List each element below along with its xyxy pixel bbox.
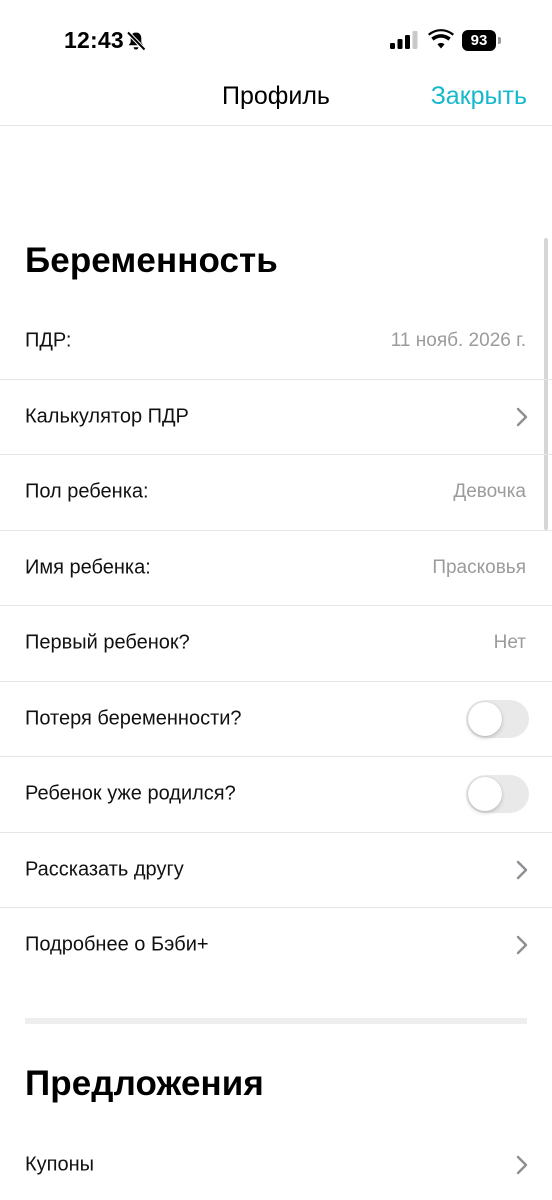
battery-level: 93 [470, 32, 488, 49]
battery-icon: 93 [462, 30, 496, 51]
wifi-icon [428, 29, 454, 49]
section-title-offers: Предложения [25, 1064, 264, 1103]
pregnancy-loss-toggle[interactable] [466, 699, 529, 738]
row-baby-name[interactable]: Имя ребенка: Прасковья [0, 529, 552, 606]
chevron-right-icon [516, 936, 528, 955]
section-title-pregnancy: Беременность [25, 241, 278, 280]
baby-born-toggle[interactable] [466, 775, 529, 814]
pregnancy-settings-list: ПДР: 11 нояб. 2026 г. Калькулятор ПДР По… [0, 303, 552, 983]
row-label: Пол ребенка: [25, 480, 149, 503]
baby-name-value: Прасковья [432, 556, 526, 578]
status-time: 12:43 [64, 27, 124, 53]
row-label: ПДР: [25, 329, 72, 352]
status-bar: 12:43 93 [0, 0, 552, 80]
toggle-knob [468, 777, 502, 812]
row-about-baby-plus[interactable]: Подробнее о Бэби+ [0, 907, 552, 983]
close-button[interactable]: Закрыть [431, 82, 527, 111]
row-label: Имя ребенка: [25, 556, 151, 579]
row-pregnancy-loss: Потеря беременности? [0, 680, 552, 757]
battery-cap [498, 37, 501, 44]
cellular-signal-icon [390, 31, 418, 49]
row-label: Подробнее о Бэби+ [25, 933, 209, 956]
row-baby-born: Ребенок уже родился? [0, 756, 552, 832]
row-label: Первый ребенок? [25, 631, 190, 654]
row-label: Ребенок уже родился? [25, 782, 236, 805]
baby-gender-value: Девочка [453, 481, 526, 503]
navigation-bar: Профиль Закрыть [0, 72, 552, 126]
row-baby-gender[interactable]: Пол ребенка: Девочка [0, 454, 552, 530]
first-child-value: Нет [493, 632, 526, 654]
toggle-knob [468, 701, 502, 736]
chevron-right-icon [516, 860, 528, 879]
profile-screen: 12:43 93 Профиль Закрыть Беременность ПД… [0, 0, 552, 1200]
row-label: Купоны [25, 1153, 95, 1176]
row-coupons[interactable]: Купоны [0, 1127, 552, 1200]
offers-list: Купоны [0, 1127, 552, 1200]
row-label: Рассказать другу [25, 858, 184, 881]
row-due-date-calculator[interactable]: Калькулятор ПДР [0, 378, 552, 455]
chevron-right-icon [516, 407, 528, 426]
row-label: Потеря беременности? [25, 707, 242, 730]
row-first-child[interactable]: Первый ребенок? Нет [0, 605, 552, 681]
row-due-date[interactable]: ПДР: 11 нояб. 2026 г. [0, 303, 552, 379]
chevron-right-icon [516, 1155, 528, 1174]
bell-slash-icon [126, 31, 146, 51]
due-date-value: 11 нояб. 2026 г. [390, 329, 526, 351]
row-tell-friend[interactable]: Рассказать другу [0, 831, 552, 908]
section-divider [25, 1018, 527, 1024]
row-label: Калькулятор ПДР [25, 405, 189, 428]
